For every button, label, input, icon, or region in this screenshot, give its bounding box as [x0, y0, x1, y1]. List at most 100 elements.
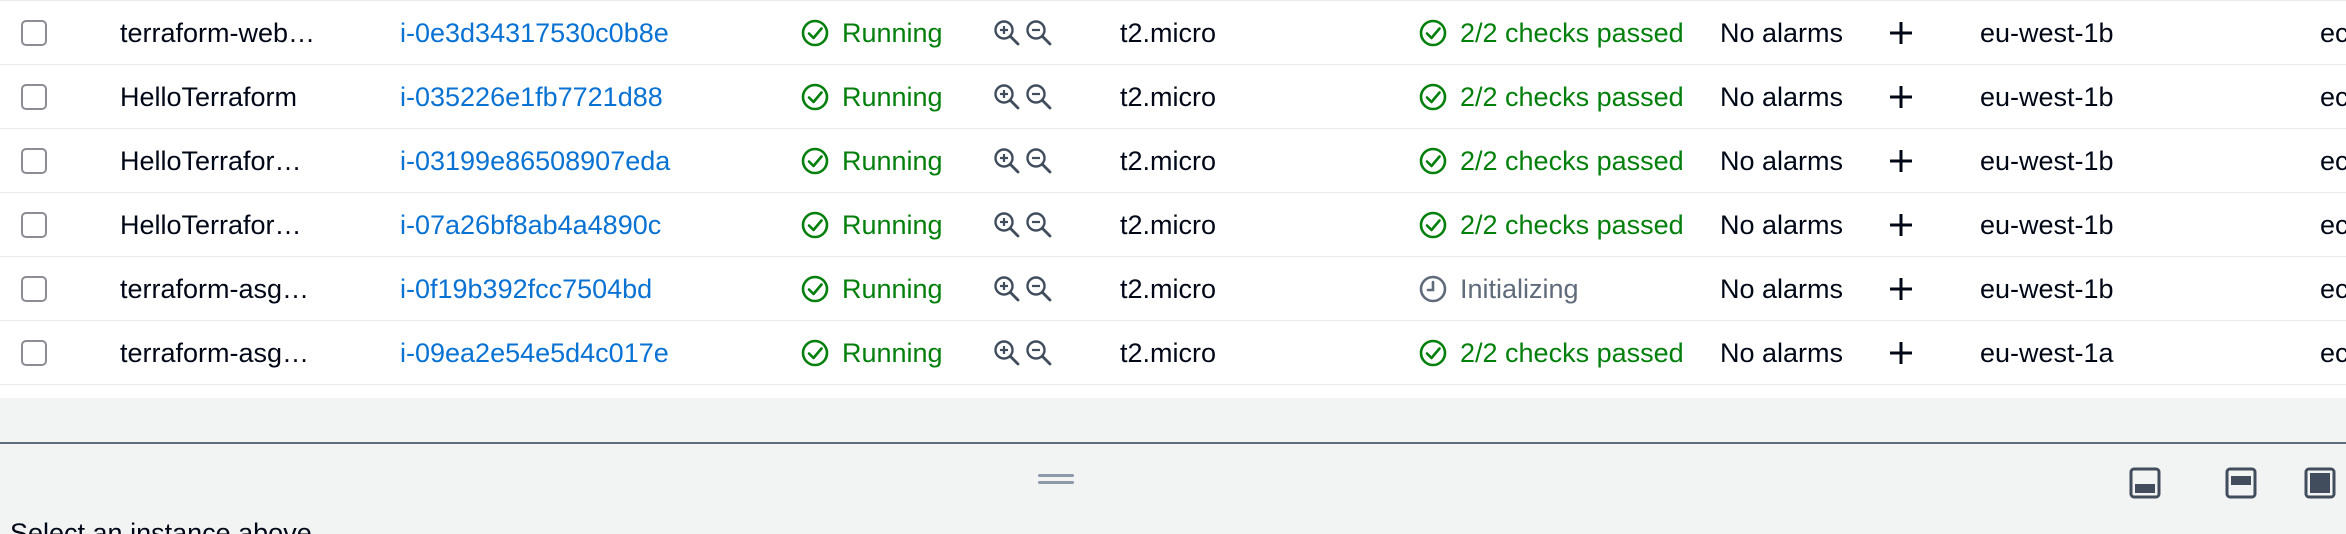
state-zoom-controls	[992, 129, 1060, 193]
zoom-in-icon[interactable]	[992, 274, 1022, 304]
instance-state-label: Running	[842, 17, 943, 48]
row-select-cell	[18, 65, 50, 129]
add-alarm-button[interactable]	[1884, 1, 1918, 65]
table-row[interactable]: HelloTerrafor… i-03199e86508907eda Running…	[0, 129, 2346, 193]
instance-id-link[interactable]: i-09ea2e54e5d4c017e	[400, 338, 669, 369]
state-zoom-controls	[992, 65, 1060, 129]
check-circle-icon	[1418, 338, 1460, 368]
instance-type: t2.micro	[1120, 273, 1217, 304]
zoom-out-icon[interactable]	[1024, 146, 1054, 176]
plus-icon	[1887, 211, 1915, 239]
add-alarm-button[interactable]	[1884, 321, 1918, 385]
instance-type: t2.micro	[1120, 17, 1217, 48]
add-alarm-button[interactable]	[1884, 65, 1918, 129]
status-check: 2/2 checks passed	[1418, 321, 1690, 385]
instance-id-link[interactable]: i-0f19b392fcc7504bd	[400, 274, 652, 305]
instance-state-label: Running	[842, 337, 943, 368]
table-row[interactable]: HelloTerraform i-035226e1fb7721d88 Running…	[0, 65, 2346, 129]
clock-icon	[1418, 274, 1460, 304]
instance-type: t2.micro	[1120, 337, 1217, 368]
instance-name: terraform-asg…	[120, 273, 310, 304]
zoom-out-icon[interactable]	[1024, 210, 1054, 240]
check-circle-icon	[800, 82, 842, 112]
row-checkbox[interactable]	[21, 20, 47, 46]
instance-id-link[interactable]: i-0e3d34317530c0b8e	[400, 18, 669, 49]
instance-state-label: Running	[842, 145, 943, 176]
public-dns-cell: ec	[2320, 337, 2346, 368]
instance-state: Running	[800, 129, 970, 193]
check-circle-icon	[800, 274, 842, 304]
instances-table: terraform-web… i-0e3d34317530c0b8e Running…	[0, 0, 2346, 399]
availability-zone: eu-west-1a	[1980, 337, 2114, 368]
add-alarm-button[interactable]	[1884, 129, 1918, 193]
status-check-label: 2/2 checks passed	[1460, 81, 1684, 112]
check-circle-icon	[800, 210, 842, 240]
status-check: Initializing	[1418, 257, 1690, 321]
panel-fullscreen-button[interactable]	[2303, 466, 2337, 500]
resize-handle[interactable]	[1038, 472, 1074, 486]
zoom-out-icon[interactable]	[1024, 338, 1054, 368]
check-circle-icon	[1418, 146, 1460, 176]
instance-state: Running	[800, 1, 970, 65]
alarm-status: No alarms	[1720, 81, 1844, 112]
row-checkbox[interactable]	[21, 148, 47, 174]
instance-id-cell: i-07a26bf8ab4a4890c	[400, 193, 730, 257]
availability-zone: eu-west-1b	[1980, 273, 2114, 304]
row-checkbox[interactable]	[21, 84, 47, 110]
public-dns-cell: ec	[2320, 273, 2346, 304]
instance-name: HelloTerrafor…	[120, 145, 302, 176]
zoom-in-icon[interactable]	[992, 146, 1022, 176]
row-checkbox[interactable]	[21, 340, 47, 366]
check-circle-icon	[1418, 210, 1460, 240]
status-check: 2/2 checks passed	[1418, 1, 1690, 65]
table-row[interactable]: HelloTerrafor… i-07a26bf8ab4a4890c Running…	[0, 193, 2346, 257]
state-zoom-controls	[992, 1, 1060, 65]
zoom-out-icon[interactable]	[1024, 18, 1054, 48]
instance-name: terraform-web…	[120, 17, 316, 48]
state-zoom-controls	[992, 257, 1060, 321]
status-check-label: Initializing	[1460, 273, 1579, 304]
table-row[interactable]: terraform-asg… i-09ea2e54e5d4c017e Running…	[0, 321, 2346, 385]
zoom-out-icon[interactable]	[1024, 82, 1054, 112]
table-row[interactable]: terraform-web… i-0e3d34317530c0b8e Running…	[0, 1, 2346, 65]
instance-id-link[interactable]: i-035226e1fb7721d88	[400, 82, 663, 113]
instance-id-cell: i-03199e86508907eda	[400, 129, 730, 193]
alarm-status: No alarms	[1720, 145, 1844, 176]
instance-id-link[interactable]: i-03199e86508907eda	[400, 146, 670, 177]
panel-bottom-icon	[2129, 467, 2161, 499]
row-select-cell	[18, 1, 50, 65]
panel-side-button[interactable]	[2224, 466, 2258, 500]
status-check-label: 2/2 checks passed	[1460, 17, 1684, 48]
row-checkbox[interactable]	[21, 212, 47, 238]
instance-type: t2.micro	[1120, 209, 1217, 240]
instance-type: t2.micro	[1120, 145, 1217, 176]
instance-state-label: Running	[842, 209, 943, 240]
check-circle-icon	[800, 338, 842, 368]
check-circle-icon	[800, 18, 842, 48]
zoom-in-icon[interactable]	[992, 210, 1022, 240]
instance-state: Running	[800, 321, 970, 385]
table-footer-space	[0, 398, 2346, 442]
panel-bottom-button[interactable]	[2128, 466, 2162, 500]
row-select-cell	[18, 257, 50, 321]
instance-id-link[interactable]: i-07a26bf8ab4a4890c	[400, 210, 661, 241]
status-check-label: 2/2 checks passed	[1460, 337, 1684, 368]
table-row[interactable]: terraform-asg… i-0f19b392fcc7504bd Running…	[0, 257, 2346, 321]
row-checkbox[interactable]	[21, 276, 47, 302]
alarm-status: No alarms	[1720, 17, 1844, 48]
add-alarm-button[interactable]	[1884, 193, 1918, 257]
instance-type: t2.micro	[1120, 81, 1217, 112]
zoom-in-icon[interactable]	[992, 18, 1022, 48]
instance-state: Running	[800, 193, 970, 257]
zoom-out-icon[interactable]	[1024, 274, 1054, 304]
availability-zone: eu-west-1b	[1980, 81, 2114, 112]
instance-name: HelloTerraform	[120, 81, 298, 112]
zoom-in-icon[interactable]	[992, 338, 1022, 368]
status-check: 2/2 checks passed	[1418, 65, 1690, 129]
zoom-in-icon[interactable]	[992, 82, 1022, 112]
plus-icon	[1887, 275, 1915, 303]
status-check-label: 2/2 checks passed	[1460, 145, 1684, 176]
check-circle-icon	[1418, 82, 1460, 112]
add-alarm-button[interactable]	[1884, 257, 1918, 321]
state-zoom-controls	[992, 321, 1060, 385]
